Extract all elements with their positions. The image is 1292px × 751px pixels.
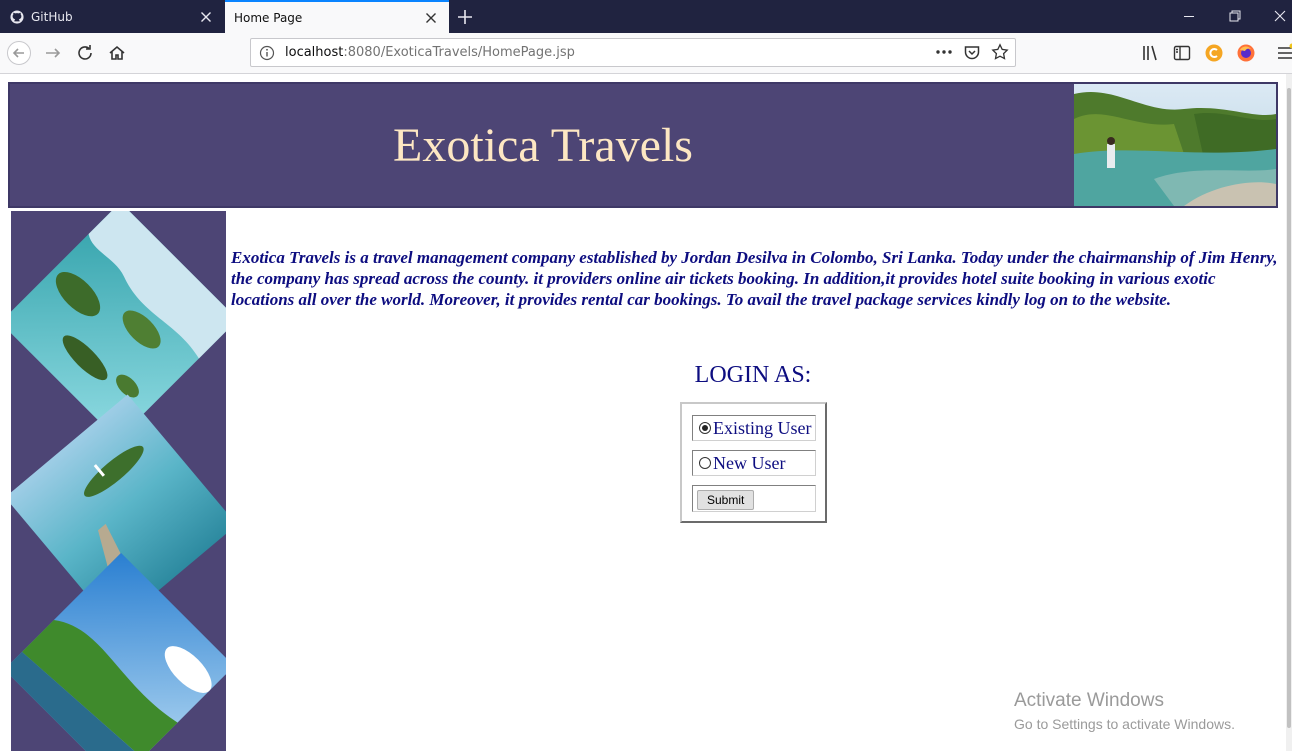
new-tab-icon[interactable] [456, 8, 474, 26]
login-form: Existing User New User Submit [680, 402, 827, 523]
watermark-title: Activate Windows [1014, 690, 1164, 711]
new-user-option[interactable]: New User [692, 450, 816, 476]
info-icon[interactable] [259, 45, 275, 61]
new-user-label: New User [713, 452, 786, 473]
existing-user-label: Existing User [713, 417, 812, 438]
scrollbar-thumb[interactable] [1287, 88, 1291, 728]
navigation-toolbar: localhost:8080/ExoticaTravels/HomePage.j… [0, 33, 1292, 74]
url-path: :8080/ExoticaTravels/HomePage.jsp [343, 45, 575, 60]
watermark-subtitle: Go to Settings to activate Windows. [1014, 716, 1235, 732]
pocket-icon[interactable] [963, 43, 981, 61]
existing-user-option[interactable]: Existing User [692, 415, 816, 441]
reload-icon[interactable] [73, 41, 97, 65]
github-icon [10, 9, 24, 24]
menu-icon[interactable] [1275, 43, 1292, 63]
company-description: Exotica Travels is a travel management c… [231, 248, 1278, 309]
header-photo [1074, 84, 1276, 206]
url-host: localhost [285, 45, 344, 60]
bookmark-star-icon[interactable] [991, 43, 1009, 61]
activate-windows-watermark: Activate Windows Go to Settings to activ… [1014, 690, 1235, 732]
site-header: Exotica Travels [8, 82, 1278, 208]
tab-strip: GitHub Home Page [0, 0, 1292, 33]
tab-label: Home Page [234, 10, 303, 25]
login-heading: LOGIN AS: [694, 362, 812, 388]
page-scrollbar[interactable] [1286, 74, 1292, 751]
extension-c-icon[interactable] [1204, 43, 1224, 63]
close-window-icon[interactable] [1272, 8, 1288, 24]
existing-user-radio[interactable] [699, 422, 711, 434]
firefox-account-icon[interactable] [1236, 43, 1256, 63]
tab-github[interactable]: GitHub [0, 0, 224, 33]
library-icon[interactable] [1141, 43, 1161, 63]
new-user-radio[interactable] [699, 457, 711, 469]
sidebar-photo-collage [11, 211, 226, 751]
close-tab-icon[interactable] [198, 9, 214, 25]
restore-icon[interactable] [1227, 8, 1243, 24]
sidebar-icon[interactable] [1172, 43, 1192, 63]
url-actions [935, 43, 1009, 61]
tab-home-page[interactable]: Home Page [225, 0, 449, 33]
submit-button[interactable]: Submit [697, 490, 755, 510]
more-actions-icon[interactable] [935, 43, 953, 61]
minimize-icon[interactable] [1181, 8, 1197, 24]
back-icon[interactable] [7, 41, 31, 65]
address-bar[interactable]: localhost:8080/ExoticaTravels/HomePage.j… [250, 38, 1016, 67]
submit-cell: Submit [692, 485, 816, 512]
home-icon[interactable] [105, 41, 129, 65]
page-content: Exotica Travels Exotica Travels is a tra… [0, 74, 1286, 751]
site-title: Exotica Travels [393, 119, 693, 172]
tab-label: GitHub [31, 9, 73, 24]
close-tab-icon[interactable] [423, 10, 439, 26]
forward-icon[interactable] [41, 41, 65, 65]
